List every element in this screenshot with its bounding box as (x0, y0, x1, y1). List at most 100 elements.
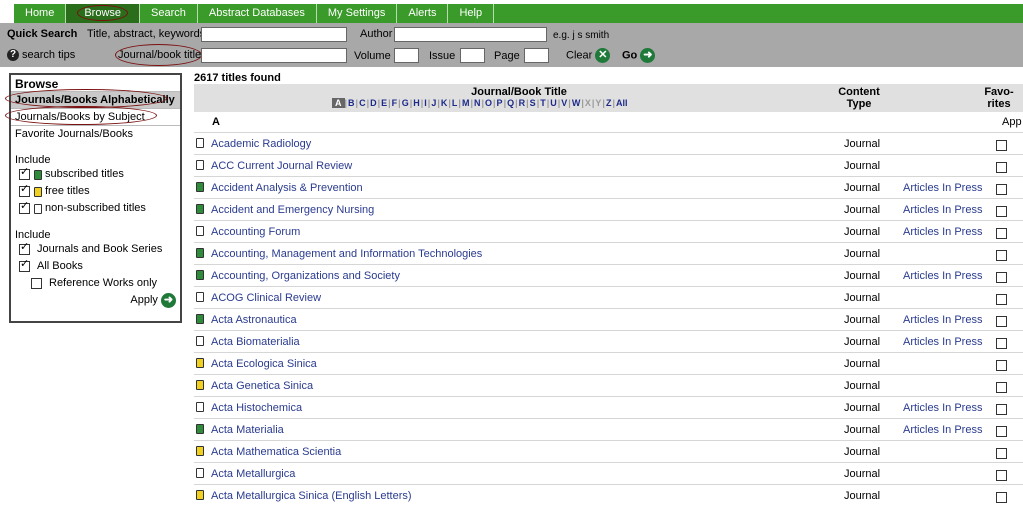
annotation-oval (5, 106, 157, 125)
favorite-checkbox[interactable] (996, 448, 1007, 459)
tab-search[interactable]: Search (140, 4, 198, 23)
favorite-checkbox[interactable] (996, 250, 1007, 261)
tab-alerts[interactable]: Alerts (397, 4, 449, 23)
table-row: ACOG Clinical Review Journal (194, 286, 1023, 308)
letter-link-p[interactable]: P (496, 98, 504, 108)
articles-in-press-link[interactable]: Articles In Press (903, 336, 982, 348)
letter-link-o[interactable]: O (484, 98, 493, 108)
title-link[interactable]: ACC Current Journal Review (211, 160, 352, 172)
title-link[interactable]: Accounting, Organizations and Society (211, 270, 400, 282)
include-checkbox[interactable] (19, 185, 30, 197)
title-link[interactable]: ACOG Clinical Review (211, 292, 321, 304)
apply-button[interactable]: Apply ➜ (11, 292, 180, 308)
letter-link-w[interactable]: W (571, 98, 582, 108)
letter-link-c[interactable]: C (358, 98, 367, 108)
page-label: Page (494, 50, 520, 62)
favorite-checkbox[interactable] (996, 316, 1007, 327)
letter-link-u[interactable]: U (549, 98, 558, 108)
title-link[interactable]: Acta Mathematica Scientia (211, 446, 341, 458)
title-link[interactable]: Acta Astronautica (211, 314, 297, 326)
title-link[interactable]: Acta Genetica Sinica (211, 380, 313, 392)
clear-button[interactable]: Clear ✕ (566, 48, 611, 63)
page-input[interactable] (524, 48, 549, 63)
articles-in-press-link[interactable]: Articles In Press (903, 424, 982, 436)
title-link[interactable]: Accident Analysis & Prevention (211, 182, 363, 194)
articles-in-press-link[interactable]: Articles In Press (903, 270, 982, 282)
favorite-checkbox[interactable] (996, 470, 1007, 481)
title-abstract-input[interactable] (201, 27, 347, 42)
green-doc-icon (196, 270, 204, 280)
search-tips-link[interactable]: ? search tips (7, 49, 75, 62)
articles-in-press-link[interactable]: Articles In Press (903, 182, 982, 194)
title-link[interactable]: Accounting Forum (211, 226, 300, 238)
letter-link-q[interactable]: Q (506, 98, 515, 108)
letter-link-a[interactable]: A (332, 98, 345, 108)
issue-input[interactable] (460, 48, 485, 63)
title-link[interactable]: Accident and Emergency Nursing (211, 204, 374, 216)
tab-browse[interactable]: Browse (66, 4, 141, 23)
journal-title-input[interactable] (201, 48, 347, 63)
letter-link-all[interactable]: All (615, 98, 629, 108)
favorite-checkbox[interactable] (996, 492, 1007, 503)
favorite-checkbox[interactable] (996, 228, 1007, 239)
favorite-checkbox[interactable] (996, 382, 1007, 393)
title-link[interactable]: Acta Ecologica Sinica (211, 358, 317, 370)
letter-link-s[interactable]: S (529, 98, 537, 108)
favorite-checkbox[interactable] (996, 272, 1007, 283)
quick-search-panel: Quick Search Title, abstract, keywords A… (0, 23, 1023, 67)
include-checkbox[interactable] (19, 168, 30, 180)
letter-link-g[interactable]: G (401, 98, 410, 108)
articles-in-press-link[interactable]: Articles In Press (903, 314, 982, 326)
title-link[interactable]: Acta Materialia (211, 424, 284, 436)
include-option-label: free titles (45, 185, 90, 197)
section-letter-heading: A (212, 116, 220, 128)
table-row: Acta Materialia Journal Articles In Press (194, 418, 1023, 440)
title-link[interactable]: Acta Metallurgica (211, 468, 295, 480)
favorite-checkbox[interactable] (996, 184, 1007, 195)
letter-link-e[interactable]: E (380, 98, 388, 108)
articles-in-press-link[interactable]: Articles In Press (903, 204, 982, 216)
tab-abstract-databases[interactable]: Abstract Databases (198, 4, 317, 23)
tab-help[interactable]: Help (448, 4, 495, 23)
go-button[interactable]: Go ➜ (622, 48, 656, 63)
title-link[interactable]: Acta Metallurgica Sinica (English Letter… (211, 490, 412, 502)
include-checkbox[interactable] (19, 260, 30, 272)
sidebar-item-favorites[interactable]: Favorite Journals/Books (11, 125, 180, 142)
table-row: Acta Genetica Sinica Journal (194, 374, 1023, 396)
articles-in-press-link[interactable]: Articles In Press (903, 226, 982, 238)
title-link[interactable]: Acta Biomaterialia (211, 336, 300, 348)
sidebar-item-by-subject[interactable]: Journals/Books by Subject (5, 106, 180, 125)
yellow-doc-icon (196, 490, 204, 500)
favorite-checkbox[interactable] (996, 338, 1007, 349)
favorite-checkbox[interactable] (996, 140, 1007, 151)
letter-link-m[interactable]: M (461, 98, 471, 108)
letter-link-d[interactable]: D (369, 98, 378, 108)
author-input[interactable] (394, 27, 547, 42)
content-type: Journal (844, 204, 881, 216)
include-checkbox[interactable] (19, 202, 30, 214)
include-heading-content: Include (15, 229, 51, 241)
include-checkbox[interactable] (31, 278, 42, 289)
favorite-checkbox[interactable] (996, 162, 1007, 173)
include-checkbox[interactable] (19, 243, 30, 255)
table-row: Acta Histochemica Journal Articles In Pres… (194, 396, 1023, 418)
letter-link-x: X (584, 98, 591, 108)
favorite-checkbox[interactable] (996, 404, 1007, 415)
letter-link-b[interactable]: B (347, 98, 356, 108)
articles-in-press-link[interactable]: Articles In Press (903, 402, 982, 414)
favorite-checkbox[interactable] (996, 360, 1007, 371)
letter-link-r[interactable]: R (518, 98, 527, 108)
volume-input[interactable] (394, 48, 419, 63)
tab-home[interactable]: Home (14, 4, 67, 23)
title-link[interactable]: Acta Histochemica (211, 402, 302, 414)
green-doc-icon (34, 169, 42, 180)
favorite-checkbox[interactable] (996, 206, 1007, 217)
title-link[interactable]: Accounting, Management and Information T… (211, 248, 482, 260)
letter-link-h[interactable]: H (412, 98, 421, 108)
favorite-checkbox[interactable] (996, 426, 1007, 437)
favorite-checkbox[interactable] (996, 294, 1007, 305)
letter-link-t[interactable]: T (539, 98, 547, 108)
title-link[interactable]: Academic Radiology (211, 138, 311, 150)
tab-my-settings[interactable]: My Settings (317, 4, 398, 23)
table-row: Acta Astronautica Journal Articles In Pres… (194, 308, 1023, 330)
